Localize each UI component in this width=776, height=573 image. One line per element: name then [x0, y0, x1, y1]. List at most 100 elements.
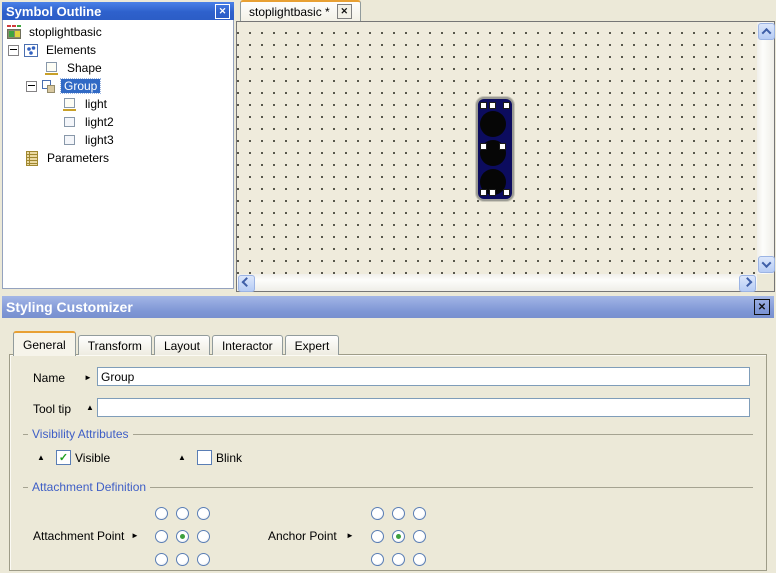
anchor-radio-middle-right[interactable]: [413, 530, 426, 543]
tree-item-label: Group: [61, 79, 100, 93]
selection-handle[interactable]: [480, 102, 487, 109]
scroll-down-icon[interactable]: [758, 256, 775, 273]
scroll-left-icon[interactable]: [238, 275, 255, 292]
tooltip-label: Tool tip: [33, 402, 71, 416]
attachment-radio-top-left[interactable]: [155, 507, 168, 520]
tree-item-label: Elements: [43, 43, 99, 57]
symbol-outline-titlebar[interactable]: Symbol Outline ✕: [2, 2, 234, 20]
visible-label: Visible: [75, 451, 110, 465]
name-field[interactable]: [97, 367, 750, 386]
selection-handle[interactable]: [480, 189, 487, 196]
attachment-radio-middle-left[interactable]: [155, 530, 168, 543]
attachment-point-grid: [155, 507, 210, 566]
tree-item-label: light2: [82, 115, 117, 129]
attachment-radio-bottom-left[interactable]: [155, 553, 168, 566]
tab-transform[interactable]: Transform: [78, 335, 152, 355]
blink-checkbox[interactable]: [197, 450, 212, 465]
scroll-right-icon[interactable]: [739, 275, 756, 292]
styling-customizer-panel: Styling Customizer ✕ General Transform L…: [2, 296, 774, 573]
section-label: Visibility Attributes: [32, 427, 129, 441]
tree-item-label: Shape: [64, 61, 105, 75]
scroll-up-icon[interactable]: [758, 23, 775, 40]
tree-item-label: Parameters: [44, 151, 112, 165]
tree-item-elements[interactable]: Elements: [3, 41, 233, 59]
tab-general[interactable]: General: [13, 331, 76, 356]
attachment-radio-top-right[interactable]: [197, 507, 210, 520]
attachment-point-label: Attachment Point: [33, 529, 124, 543]
tab-label: Expert: [295, 339, 330, 353]
attachment-radio-bottom-center[interactable]: [176, 553, 189, 566]
tab-interactor[interactable]: Interactor: [212, 335, 283, 355]
symbol-root-icon: [6, 25, 22, 40]
attachment-radio-top-center[interactable]: [176, 507, 189, 520]
tree-item-parameters[interactable]: Parameters: [3, 149, 233, 167]
bind-arrow-up-icon[interactable]: ▲: [86, 403, 94, 412]
anchor-radio-top-center[interactable]: [392, 507, 405, 520]
tree-item-label: light3: [82, 133, 117, 147]
anchor-radio-bottom-right[interactable]: [413, 553, 426, 566]
customizer-tabbar: General Transform Layout Interactor Expe…: [13, 332, 341, 355]
anchor-radio-top-right[interactable]: [413, 507, 426, 520]
attachment-radio-center[interactable]: [176, 530, 189, 543]
tree-item-light2[interactable]: light2: [3, 113, 233, 131]
attachment-radio-middle-right[interactable]: [197, 530, 210, 543]
tooltip-field[interactable]: [97, 398, 750, 417]
selection-handle[interactable]: [499, 143, 506, 150]
selection-handle[interactable]: [489, 102, 496, 109]
stoplight-symbol[interactable]: [476, 97, 514, 201]
anchor-point-grid: [371, 507, 426, 566]
tree-item-stoplightbasic[interactable]: stoplightbasic: [3, 23, 233, 41]
tree-item-label: light: [82, 97, 110, 111]
stoplight-lamp-top: [480, 111, 506, 137]
symbol-outline-panel: Symbol Outline ✕ stoplightbasic Elements: [2, 2, 234, 289]
horizontal-scrollbar[interactable]: [237, 274, 757, 291]
tree-item-light[interactable]: light: [3, 95, 233, 113]
tree-item-group[interactable]: Group: [3, 77, 233, 95]
general-tab-content: Name ► Tool tip ▲ Visibility Attributes …: [9, 354, 767, 571]
blink-label: Blink: [216, 451, 242, 465]
name-label: Name: [33, 371, 65, 385]
collapse-toggle-icon[interactable]: [8, 45, 19, 56]
bind-arrow-right-icon[interactable]: ►: [346, 531, 354, 540]
attachment-definition-section: Attachment Definition: [23, 480, 753, 494]
close-icon[interactable]: ✕: [754, 299, 770, 315]
anchor-radio-middle-left[interactable]: [371, 530, 384, 543]
parameters-icon: [24, 151, 40, 166]
selection-handle[interactable]: [489, 189, 496, 196]
scrollbar-corner: [757, 274, 774, 291]
selection-handle[interactable]: [503, 189, 510, 196]
canvas-frame: [236, 21, 775, 292]
section-label: Attachment Definition: [32, 480, 146, 494]
drawing-canvas[interactable]: [237, 22, 757, 274]
close-icon[interactable]: ✕: [215, 4, 230, 19]
bind-arrow-up-icon[interactable]: ▲: [178, 453, 186, 462]
anchor-point-label: Anchor Point: [268, 529, 337, 543]
tab-expert[interactable]: Expert: [285, 335, 340, 355]
node-icon: [62, 115, 78, 130]
selection-handle[interactable]: [480, 143, 487, 150]
tab-close-icon[interactable]: ✕: [337, 4, 352, 19]
bind-arrow-right-icon[interactable]: ►: [131, 531, 139, 540]
anchor-radio-bottom-left[interactable]: [371, 553, 384, 566]
bind-arrow-right-icon[interactable]: ►: [84, 373, 92, 382]
tab-layout[interactable]: Layout: [154, 335, 210, 355]
elements-icon: [23, 43, 39, 58]
editor-panel: stoplightbasic * ✕: [236, 0, 776, 296]
shape-icon: [62, 97, 78, 112]
anchor-radio-top-left[interactable]: [371, 507, 384, 520]
styling-customizer-titlebar[interactable]: Styling Customizer ✕: [2, 296, 774, 318]
visible-checkbox[interactable]: ✓: [56, 450, 71, 465]
styling-customizer-title: Styling Customizer: [6, 299, 133, 315]
anchor-radio-bottom-center[interactable]: [392, 553, 405, 566]
attachment-radio-bottom-right[interactable]: [197, 553, 210, 566]
shape-icon: [44, 61, 60, 76]
anchor-radio-center[interactable]: [392, 530, 405, 543]
collapse-toggle-icon[interactable]: [26, 81, 37, 92]
tree-item-shape[interactable]: Shape: [3, 59, 233, 77]
bind-arrow-up-icon[interactable]: ▲: [37, 453, 45, 462]
tree-item-light3[interactable]: light3: [3, 131, 233, 149]
vertical-scrollbar[interactable]: [757, 22, 774, 274]
selection-handle[interactable]: [503, 102, 510, 109]
tab-stoplightbasic[interactable]: stoplightbasic * ✕: [240, 0, 361, 21]
tree-item-label: stoplightbasic: [26, 25, 105, 39]
